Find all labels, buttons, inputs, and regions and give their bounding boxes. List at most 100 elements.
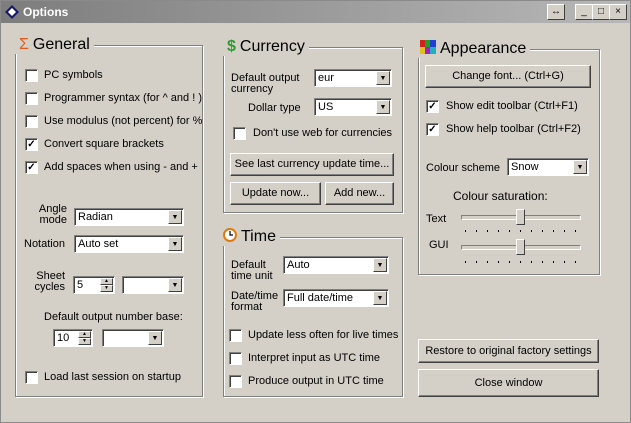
minimize-button[interactable]: _	[575, 4, 593, 20]
currency-title: $ Currency	[223, 38, 309, 56]
sheet-cycles-select[interactable]: ▼	[122, 276, 184, 294]
slider-tick	[498, 261, 499, 263]
notation-select[interactable]: Auto set ▼	[74, 235, 184, 253]
angle-mode-select[interactable]: Radian ▼	[74, 208, 184, 226]
update-less-label: Update less often for live times	[248, 329, 399, 341]
sheet-cycles-value: 5	[77, 279, 84, 291]
spin-up-icon[interactable]: ▲	[78, 331, 91, 338]
slider-tick	[465, 261, 466, 263]
time-title: Time	[219, 228, 280, 246]
slider-tick	[564, 261, 565, 263]
pc-symbols-checkbox[interactable]	[25, 69, 38, 82]
palette-icon	[420, 40, 436, 54]
slider-tick	[465, 230, 466, 232]
input-utc-checkbox[interactable]	[229, 352, 242, 365]
text-saturation-thumb[interactable]	[515, 209, 525, 225]
colour-scheme-label: Colour scheme	[426, 162, 500, 174]
slider-tick	[487, 230, 488, 232]
spin-down-icon[interactable]: ▼	[78, 338, 91, 345]
chevron-down-icon[interactable]: ▼	[373, 258, 387, 272]
resize-button[interactable]: ↔	[547, 4, 565, 20]
dollar-type-select[interactable]: US ▼	[314, 98, 392, 116]
slider-tick	[564, 230, 565, 232]
time-unit-label: Default time unit	[231, 259, 273, 282]
appearance-title-text: Appearance	[440, 40, 527, 57]
clock-icon	[223, 228, 237, 242]
restore-defaults-button[interactable]: Restore to original factory settings	[418, 339, 599, 363]
title-bar[interactable]: Options ↔ _ □ ×	[1, 1, 630, 23]
update-less-checkbox[interactable]	[229, 329, 242, 342]
slider-tick	[520, 261, 521, 263]
time-unit-value: Auto	[287, 259, 310, 271]
options-window: Options ↔ _ □ × Σ General PC symbols Prog…	[0, 0, 631, 423]
slider-tick	[487, 261, 488, 263]
colour-scheme-value: Snow	[511, 161, 539, 173]
close-window-button-main[interactable]: Close window	[418, 369, 599, 397]
spin-down-icon[interactable]: ▼	[100, 285, 113, 292]
maximize-button[interactable]: □	[592, 4, 610, 20]
modulus-checkbox[interactable]	[25, 115, 38, 128]
slider-tick	[575, 230, 576, 232]
default-currency-value: eur	[318, 72, 334, 84]
see-last-update-button[interactable]: See last currency update time...	[230, 153, 394, 176]
sheet-cycles-stepper[interactable]: 5 ▲ ▼	[73, 276, 115, 294]
help-toolbar-checkbox[interactable]: ✓	[426, 123, 439, 136]
chevron-down-icon[interactable]: ▼	[168, 278, 182, 292]
slider-tick	[498, 230, 499, 232]
notation-value: Auto set	[78, 238, 119, 250]
update-now-button[interactable]: Update now...	[230, 182, 321, 205]
load-session-checkbox[interactable]	[25, 371, 38, 384]
gui-saturation-thumb[interactable]	[515, 239, 525, 255]
chevron-down-icon[interactable]: ▼	[376, 71, 390, 85]
slider-tick	[509, 261, 510, 263]
no-web-currency-checkbox[interactable]	[233, 127, 246, 140]
change-font-button[interactable]: Change font... (Ctrl+G)	[425, 65, 591, 88]
colour-scheme-select[interactable]: Snow ▼	[507, 158, 589, 176]
spin-up-icon[interactable]: ▲	[100, 278, 113, 285]
sheet-cycles-label: Sheet cycles	[34, 270, 65, 293]
chevron-down-icon[interactable]: ▼	[376, 100, 390, 114]
square-brackets-checkbox[interactable]: ✓	[25, 138, 38, 151]
output-utc-checkbox[interactable]	[229, 375, 242, 388]
default-currency-label: Default output currency	[231, 72, 300, 95]
output-base-stepper[interactable]: 10 ▲ ▼	[53, 329, 93, 347]
datetime-format-select[interactable]: Full date/time ▼	[283, 289, 389, 307]
time-unit-select[interactable]: Auto ▼	[283, 256, 389, 274]
chevron-down-icon[interactable]: ▼	[573, 160, 587, 174]
add-new-button[interactable]: Add new...	[325, 182, 394, 205]
help-toolbar-label: Show help toolbar (Ctrl+F2)	[446, 123, 581, 135]
output-base-value: 10	[57, 332, 70, 344]
gui-saturation-ticks	[465, 261, 577, 263]
angle-mode-value: Radian	[78, 211, 113, 223]
close-window-button[interactable]: ×	[609, 4, 627, 20]
output-base-select[interactable]: ▼	[102, 329, 164, 347]
default-currency-select[interactable]: eur ▼	[314, 69, 392, 87]
chevron-down-icon[interactable]: ▼	[168, 237, 182, 251]
chevron-down-icon[interactable]: ▼	[148, 331, 162, 345]
edit-toolbar-label: Show edit toolbar (Ctrl+F1)	[446, 100, 578, 112]
text-saturation-ticks	[465, 230, 577, 232]
slider-tick	[542, 261, 543, 263]
gui-saturation-label: GUI	[429, 239, 449, 251]
general-title-text: General	[32, 36, 90, 53]
dollar-icon: $	[227, 38, 236, 55]
currency-title-text: Currency	[239, 38, 305, 55]
chevron-down-icon[interactable]: ▼	[373, 291, 387, 305]
text-saturation-label: Text	[426, 213, 447, 225]
slider-tick	[520, 230, 521, 232]
programmer-syntax-label: Programmer syntax (for ^ and ! )	[44, 92, 202, 104]
appearance-title: Appearance	[416, 40, 531, 58]
chevron-down-icon[interactable]: ▼	[168, 210, 182, 224]
time-title-text: Time	[241, 228, 276, 245]
no-web-currency-label: Don't use web for currencies	[253, 127, 393, 139]
slider-tick	[509, 230, 510, 232]
add-spaces-checkbox[interactable]: ✓	[25, 161, 38, 174]
sigma-icon: Σ	[19, 36, 29, 53]
input-utc-label: Interpret input as UTC time	[248, 352, 381, 364]
dollar-type-value: US	[318, 101, 334, 113]
general-title: Σ General	[15, 36, 94, 54]
edit-toolbar-checkbox[interactable]: ✓	[426, 100, 439, 113]
programmer-syntax-checkbox[interactable]	[25, 92, 38, 105]
slider-tick	[542, 230, 543, 232]
notation-label: Notation	[24, 238, 65, 250]
